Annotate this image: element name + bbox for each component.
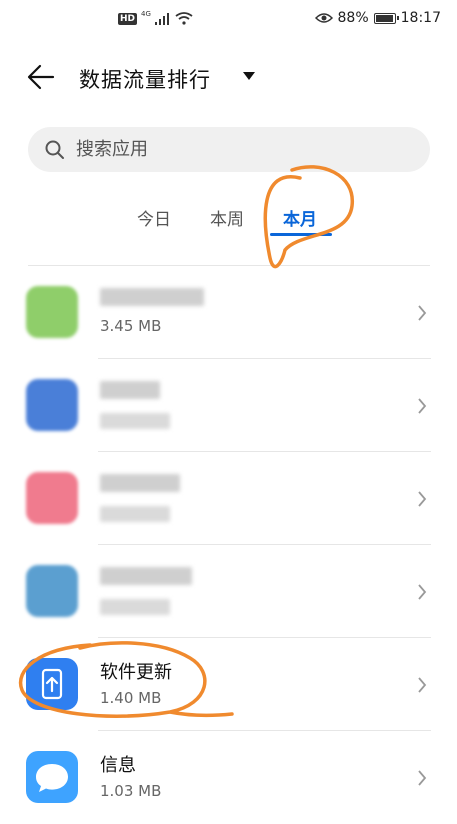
app-size-redacted (100, 506, 170, 522)
page-title[interactable]: 数据流量排行 (79, 64, 211, 94)
wifi-icon (175, 12, 193, 25)
chevron-right-icon (418, 677, 427, 693)
app-name-redacted (100, 567, 192, 585)
list-item[interactable]: 信息 1.03 MB (0, 731, 457, 824)
dropdown-caret-icon[interactable] (243, 72, 255, 80)
search-icon (45, 140, 64, 159)
list-item[interactable] (0, 452, 457, 545)
hd-indicator: HD (118, 12, 138, 25)
app-data-size: 1.03 MB (100, 782, 162, 800)
active-tab-indicator (270, 233, 332, 236)
app-bar: 数据流量排行 (0, 52, 457, 104)
network-type: 4G (141, 9, 151, 18)
tab-today[interactable]: 今日 (137, 205, 171, 230)
app-name: 软件更新 (100, 662, 172, 683)
period-tabs: 今日 本周 本月 (0, 205, 457, 245)
app-icon (26, 565, 78, 617)
app-icon (26, 472, 78, 524)
clock: 18:17 (400, 10, 441, 26)
app-usage-list: 3.45 MB 软件更新 1.40 MB 信息 1.03 MB (0, 266, 457, 824)
message-bubble-icon (26, 751, 78, 803)
status-left: HD 4G (118, 9, 193, 25)
tab-month[interactable]: 本月 (283, 205, 317, 230)
app-name: 信息 (100, 755, 136, 776)
eye-comfort-icon (314, 13, 333, 23)
app-icon (26, 379, 78, 431)
search-bar[interactable] (28, 127, 430, 172)
list-item[interactable]: 3.45 MB (0, 266, 457, 359)
back-arrow-icon[interactable] (26, 62, 56, 92)
list-item[interactable] (0, 545, 457, 638)
app-size-redacted (100, 413, 170, 429)
list-item[interactable]: 软件更新 1.40 MB (0, 638, 457, 731)
chevron-right-icon (418, 305, 427, 321)
search-input[interactable] (74, 138, 398, 161)
app-data-size: 3.45 MB (100, 317, 162, 335)
chevron-right-icon (418, 491, 427, 507)
software-update-icon (26, 658, 78, 710)
tab-week[interactable]: 本周 (210, 205, 244, 230)
app-name-redacted (100, 381, 160, 399)
list-item[interactable] (0, 359, 457, 452)
app-size-redacted (100, 599, 170, 615)
chevron-right-icon (418, 584, 427, 600)
battery-icon (373, 12, 399, 24)
chevron-right-icon (418, 770, 427, 786)
app-icon (26, 286, 78, 338)
status-bar: HD 4G 88% 18:17 (0, 0, 457, 42)
app-data-size: 1.40 MB (100, 689, 162, 707)
battery-percent: 88% (337, 10, 369, 26)
app-name-redacted (100, 474, 180, 492)
chevron-right-icon (418, 398, 427, 414)
status-right: 88% 18:17 (314, 10, 441, 26)
app-name-redacted (100, 288, 204, 306)
signal-icon (154, 12, 169, 25)
